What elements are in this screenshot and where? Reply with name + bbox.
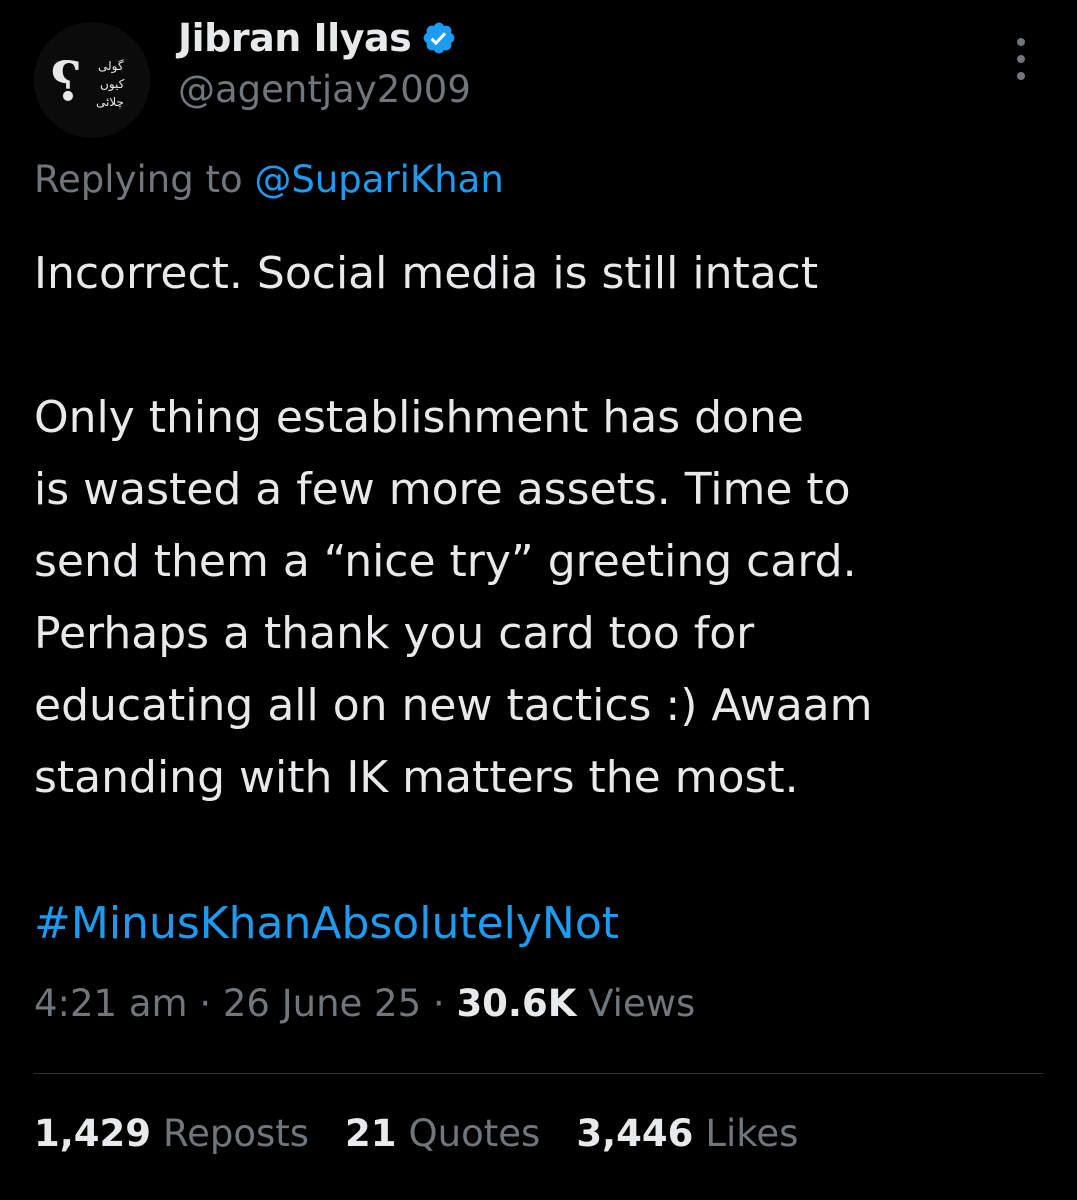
views-count: 30.6K <box>456 982 577 1025</box>
quotes-count: 21 <box>345 1112 397 1155</box>
tweet-line: Only thing establishment has done <box>34 392 804 443</box>
tweet-meta: 4:21 am · 26 June 25 · 30.6K Views <box>34 982 695 1025</box>
tweet-line: is wasted a few more assets. Time to <box>34 464 851 515</box>
likes-label: Likes <box>705 1112 799 1155</box>
quotes-stat[interactable]: 21 Quotes <box>345 1112 540 1155</box>
reposts-stat[interactable]: 1,429 Reposts <box>34 1112 309 1155</box>
reply-mention-link[interactable]: @SupariKhan <box>254 158 503 201</box>
tweet-paragraph-1: Incorrect. Social media is still intact <box>34 248 819 299</box>
likes-stat[interactable]: 3,446 Likes <box>576 1112 798 1155</box>
tweet-line: standing with IK matters the most. <box>34 752 799 803</box>
hashtag-link[interactable]: #MinusKhanAbsolutelyNot <box>34 888 619 960</box>
tweet-line: Perhaps a thank you card too for <box>34 608 755 659</box>
replying-to-label: Replying to <box>34 158 243 201</box>
svg-text:?: ? <box>50 49 82 113</box>
divider <box>34 1073 1043 1074</box>
tweet-line: educating all on new tactics :) Awaam <box>34 680 873 731</box>
reposts-count: 1,429 <box>34 1112 152 1155</box>
author-handle[interactable]: @agentjay2009 <box>178 68 471 111</box>
avatar-image: ? گولی کیوں چلائی <box>34 22 150 138</box>
engagement-stats: 1,429 Reposts 21 Quotes 3,446 Likes <box>34 1112 798 1155</box>
svg-text:چلائی: چلائی <box>96 95 124 109</box>
tweet-time[interactable]: 4:21 am <box>34 982 188 1025</box>
author-name-row[interactable]: Jibran Ilyas <box>178 12 457 64</box>
svg-text:کیوں: کیوں <box>100 77 125 92</box>
svg-text:گولی: گولی <box>98 59 124 74</box>
verified-badge-icon[interactable] <box>421 20 457 56</box>
reposts-label: Reposts <box>163 1112 310 1155</box>
author-display-name[interactable]: Jibran Ilyas <box>178 16 412 60</box>
quotes-label: Quotes <box>408 1112 541 1155</box>
tweet-text: Incorrect. Social media is still intact … <box>34 238 1044 814</box>
likes-count: 3,446 <box>576 1112 694 1155</box>
views-label: Views <box>588 982 696 1025</box>
tweet: ? گولی کیوں چلائی Jibran Ilyas @agentjay… <box>0 0 1077 1200</box>
tweet-line: send them a “nice try” greeting card. <box>34 536 857 587</box>
tweet-date[interactable]: 26 June 25 <box>223 982 421 1025</box>
meta-separator: · <box>199 982 212 1025</box>
avatar[interactable]: ? گولی کیوں چلائی <box>34 22 150 138</box>
replying-to: Replying to @SupariKhan <box>34 158 504 201</box>
meta-separator: · <box>432 982 445 1025</box>
more-options-icon[interactable] <box>1006 38 1036 80</box>
